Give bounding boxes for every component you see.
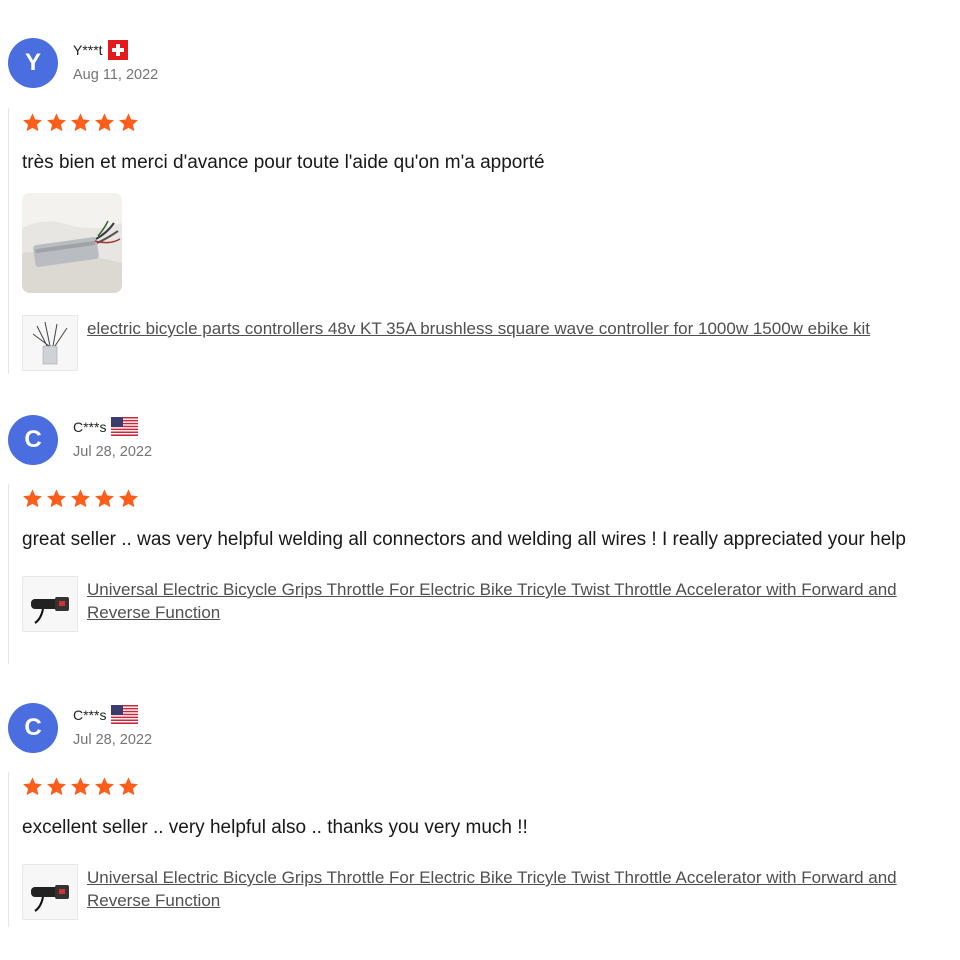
star-icon bbox=[118, 776, 139, 797]
star-icon bbox=[70, 112, 91, 133]
avatar-letter: C bbox=[24, 714, 42, 741]
review-body: excellent seller .. very helpful also ..… bbox=[8, 772, 960, 927]
product-reference: Universal Electric Bicycle Grips Throttl… bbox=[22, 576, 960, 632]
throttle-thumbnail[interactable] bbox=[22, 864, 78, 920]
avatar-letter: Y bbox=[24, 49, 41, 76]
switzerland-flag-icon bbox=[107, 40, 128, 60]
review-body: très bien et merci d'avance pour toute l… bbox=[8, 108, 952, 374]
review-body: great seller .. was very helpful welding… bbox=[8, 484, 960, 664]
product-reference: Universal Electric Bicycle Grips Throttl… bbox=[22, 864, 960, 920]
controller-photo-image bbox=[22, 193, 122, 293]
star-icon bbox=[22, 776, 43, 797]
review-date: Aug 11, 2022 bbox=[73, 67, 159, 83]
product-link[interactable]: electric bicycle parts controllers 48v K… bbox=[87, 317, 947, 340]
controller-thumbnail[interactable] bbox=[22, 315, 78, 371]
reviewer-name: Y***t bbox=[73, 42, 103, 58]
avatar-letter: C bbox=[24, 426, 42, 453]
star-icon bbox=[46, 488, 67, 509]
reviewer-name: C***s bbox=[73, 418, 107, 435]
usa-flag-icon bbox=[111, 417, 139, 436]
star-icon bbox=[46, 112, 67, 133]
star-icon bbox=[118, 112, 139, 133]
star-icon bbox=[94, 776, 115, 797]
reviewer-name-row: C***s bbox=[73, 705, 139, 724]
star-icon bbox=[46, 776, 67, 797]
product-link[interactable]: Universal Electric Bicycle Grips Throttl… bbox=[87, 866, 957, 912]
star-rating bbox=[22, 112, 952, 134]
review-text: great seller .. was very helpful welding… bbox=[22, 529, 906, 550]
throttle-thumbnail[interactable] bbox=[22, 576, 78, 632]
star-icon bbox=[94, 112, 115, 133]
review-photo[interactable] bbox=[22, 193, 122, 293]
avatar: Y bbox=[8, 38, 58, 88]
star-icon bbox=[70, 488, 91, 509]
star-icon bbox=[118, 488, 139, 509]
reviewer-name-row: C***s bbox=[73, 417, 139, 436]
star-icon bbox=[22, 112, 43, 133]
usa-flag-icon bbox=[111, 705, 139, 724]
avatar: C bbox=[8, 703, 58, 753]
product-link[interactable]: Universal Electric Bicycle Grips Throttl… bbox=[87, 578, 957, 624]
star-rating bbox=[22, 776, 960, 798]
reviewer-name-row: Y***t bbox=[73, 40, 128, 60]
star-icon bbox=[70, 776, 91, 797]
avatar: C bbox=[8, 415, 58, 465]
product-reference: electric bicycle parts controllers 48v K… bbox=[22, 315, 952, 371]
review-date: Jul 28, 2022 bbox=[73, 732, 153, 748]
star-icon bbox=[94, 488, 115, 509]
star-icon bbox=[22, 488, 43, 509]
star-rating bbox=[22, 488, 960, 510]
review-text: très bien et merci d'avance pour toute l… bbox=[22, 152, 545, 173]
reviewer-name: C***s bbox=[73, 706, 107, 723]
review-date: Jul 28, 2022 bbox=[73, 444, 153, 460]
review-text: excellent seller .. very helpful also ..… bbox=[22, 817, 528, 838]
